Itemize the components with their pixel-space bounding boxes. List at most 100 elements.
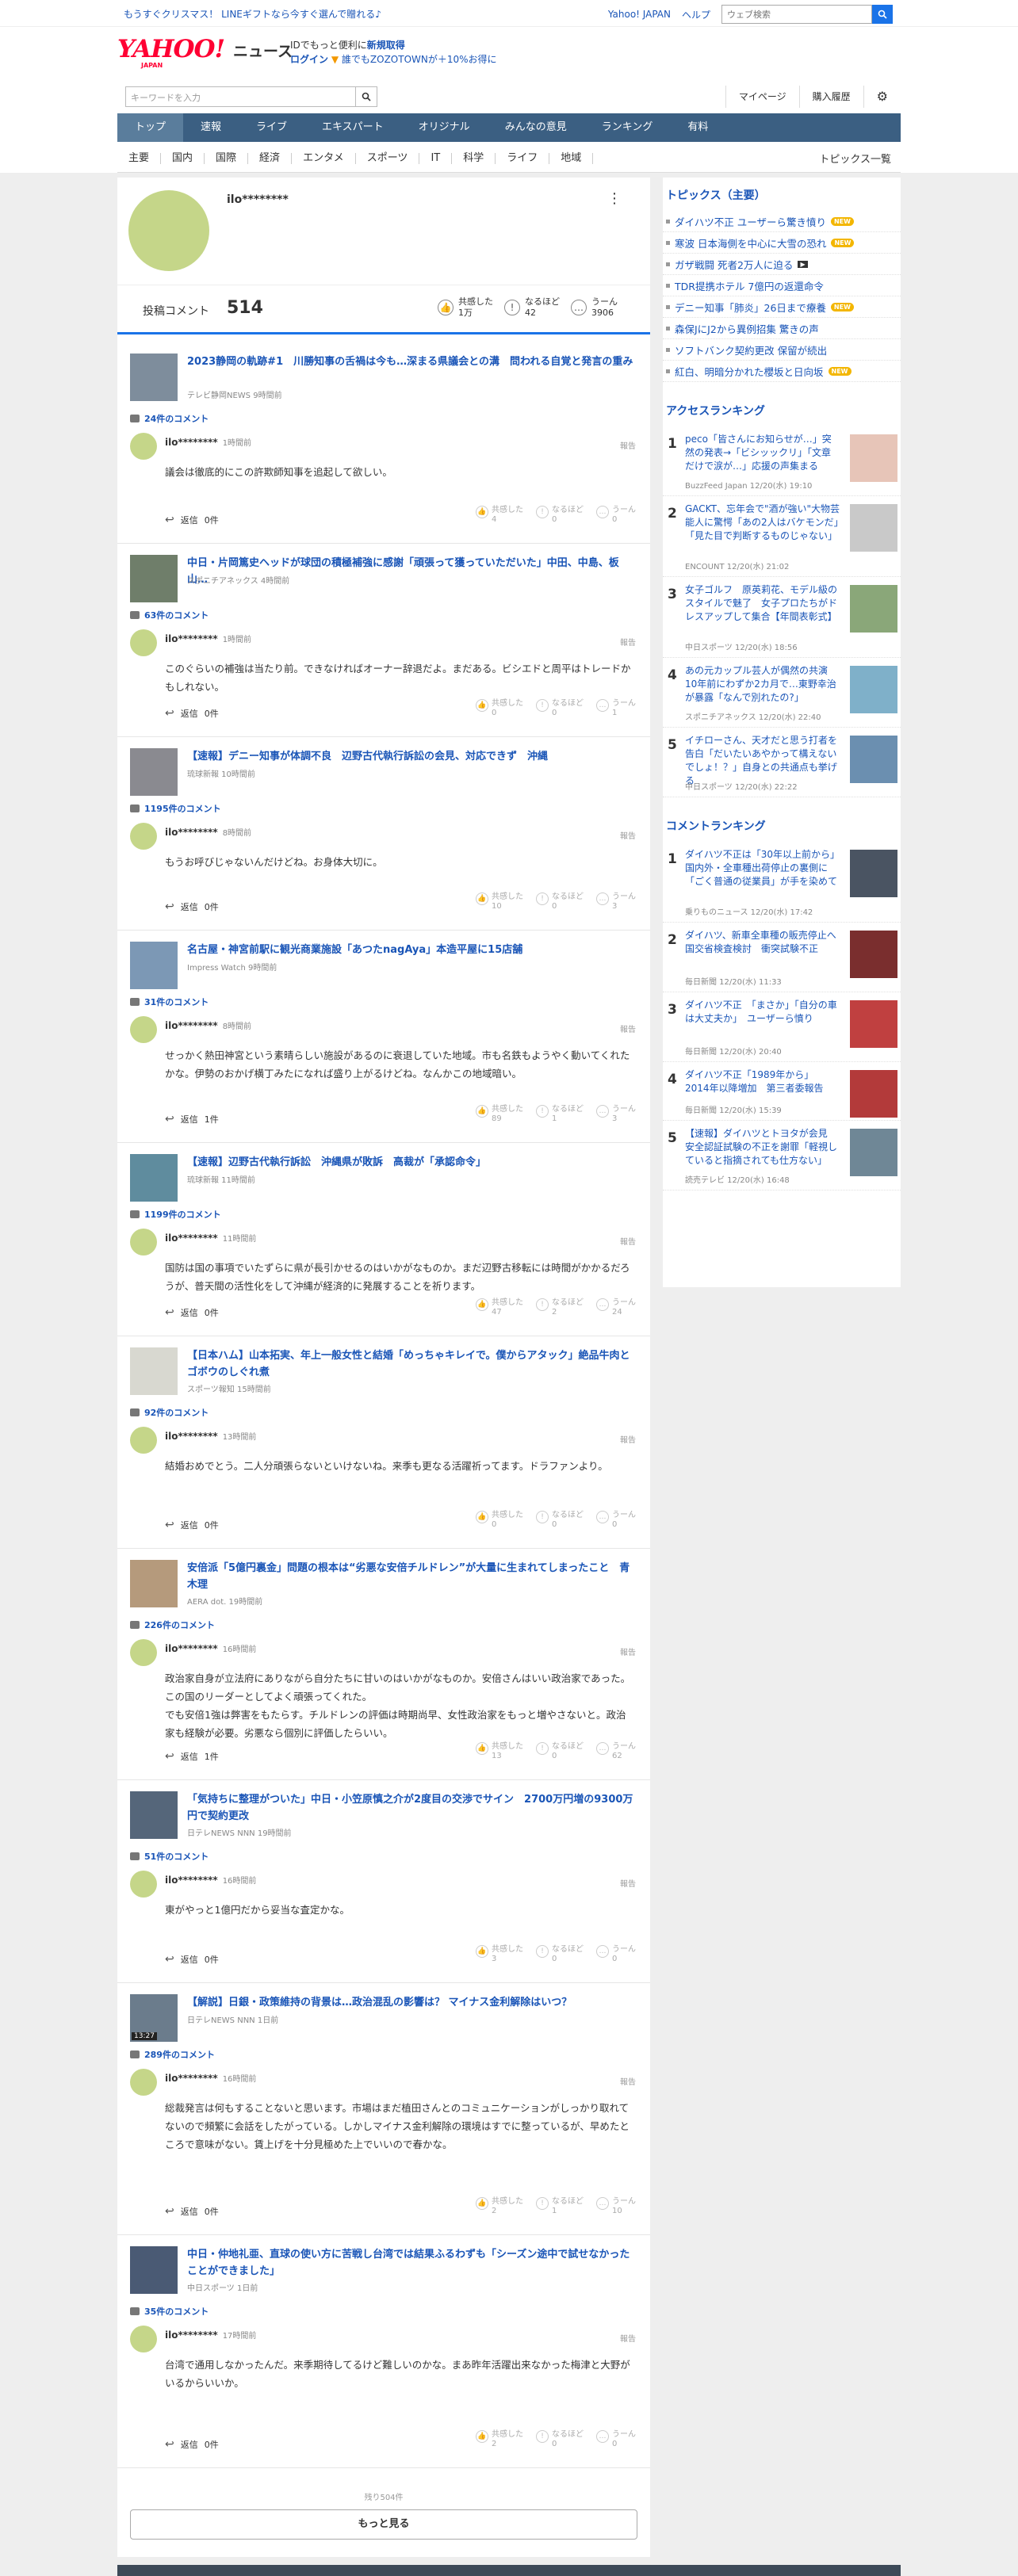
- reaction-button[interactable]: 👍 共感した 3: [476, 1945, 523, 1964]
- comment-count-link[interactable]: 35件のコメント: [130, 2305, 209, 2318]
- ranking-item[interactable]: 3 ダイハツ不正 「まさか」「自分の車は大丈夫か」 ユーザーら憤り 毎日新聞 12/…: [663, 992, 901, 1062]
- reaction-button[interactable]: ! なるほど 2: [536, 1298, 584, 1317]
- load-more-button[interactable]: もっと見る: [130, 2509, 637, 2540]
- topic-item[interactable]: TDR提携ホテル 7億円の返還命令: [663, 275, 901, 296]
- article-thumbnail[interactable]: [130, 354, 178, 401]
- ranking-item[interactable]: 5 イチローさん、天才だと思う打者を告白「だいたいあやかって構えないでしょ！？」自…: [663, 728, 901, 797]
- reaction-button[interactable]: … うーん 0: [596, 1945, 636, 1964]
- report-link[interactable]: 報告: [620, 636, 636, 648]
- gnav-live[interactable]: ライブ: [239, 113, 304, 142]
- article-thumbnail[interactable]: [130, 2246, 178, 2294]
- article-title-link[interactable]: 安倍派「5億円裏金」問題の根本は“劣悪な安倍チルドレン”が大量に生まれてしまった…: [187, 1560, 636, 1593]
- report-link[interactable]: 報告: [620, 1433, 636, 1445]
- reaction-button[interactable]: ! なるほど 1: [536, 1105, 584, 1124]
- article-title-link[interactable]: 中日・仲地礼亜、直球の使い方に苦戦し台湾では結果ふるわずも「シーズン途中で試せな…: [187, 2246, 636, 2280]
- topic-item[interactable]: ソフトバンク契約更改 保留が続出: [663, 339, 901, 361]
- gnav-ranking[interactable]: ランキング: [584, 113, 671, 142]
- topic-item[interactable]: 森保JにJ2から異例招集 驚きの声: [663, 318, 901, 339]
- report-link[interactable]: 報告: [620, 1022, 636, 1034]
- gnav-flash[interactable]: 速報: [183, 113, 239, 142]
- gnav-expert[interactable]: エキスパート: [304, 113, 401, 142]
- comment-count-link[interactable]: 63件のコメント: [130, 609, 209, 621]
- cat-world[interactable]: 国際: [205, 152, 249, 164]
- ranking-item[interactable]: 4 ダイハツ不正「1989年から」 2014年以降増加 第三者委報告 毎日新聞 12…: [663, 1062, 901, 1121]
- zozo-promo-text[interactable]: 誰でもZOZOTOWNが＋10%お得に: [342, 54, 497, 65]
- ranking-item[interactable]: 3 女子ゴルフ 原英莉花、モデル級のスタイルで魅了 女子プロたちがドレスアップして…: [663, 577, 901, 658]
- topic-item[interactable]: ガザ戦闘 死者2万人に迫る ▶: [663, 254, 901, 275]
- cat-entertainment[interactable]: エンタメ: [292, 152, 356, 164]
- comment-count-link[interactable]: 226件のコメント: [130, 1619, 215, 1631]
- help-link[interactable]: ヘルプ: [682, 8, 710, 21]
- article-thumbnail[interactable]: [130, 555, 178, 602]
- web-search-input[interactable]: [721, 5, 872, 24]
- reaction-button[interactable]: 👍 共感した 0: [476, 699, 523, 718]
- reaction-button[interactable]: 👍 共感した 47: [476, 1298, 523, 1317]
- news-wordmark[interactable]: ニュース: [233, 40, 293, 61]
- reaction-button[interactable]: … うーん 3: [596, 1105, 636, 1124]
- reaction-button[interactable]: 👍 共感した 13: [476, 1742, 523, 1761]
- reaction-button[interactable]: … うーん 24: [596, 1298, 636, 1317]
- report-link[interactable]: 報告: [620, 439, 636, 451]
- report-link[interactable]: 報告: [620, 1877, 636, 1889]
- reaction-button[interactable]: ! なるほど 0: [536, 506, 584, 525]
- cat-it[interactable]: IT: [419, 152, 453, 164]
- reply-button[interactable]: ↩ 返信 0件: [165, 2205, 219, 2218]
- reaction-button[interactable]: ! なるほど 0: [536, 1945, 584, 1964]
- article-thumbnail[interactable]: [130, 942, 178, 989]
- article-title-link[interactable]: 【日本ハム】山本拓実、年上一般女性と結婚「めっちゃキレイで。僕からアタック」絶品…: [187, 1347, 636, 1381]
- topic-item[interactable]: ダイハツ不正 ユーザーら驚き憤り NEW: [663, 211, 901, 232]
- reaction-button[interactable]: ! なるほど 0: [536, 2430, 584, 2449]
- reply-button[interactable]: ↩ 返信 0件: [165, 1306, 219, 1319]
- article-title-link[interactable]: 「気持ちに整理がついた」中日・小笠原慎之介が2度目の交渉でサイン 2700万円増…: [187, 1791, 636, 1825]
- comment-count-link[interactable]: 289件のコメント: [130, 2048, 215, 2061]
- topics-list-link[interactable]: トピックス一覧: [819, 151, 901, 166]
- reaction-button[interactable]: 👍 共感した 10: [476, 892, 523, 912]
- news-search-button[interactable]: [355, 86, 377, 107]
- reaction-button[interactable]: … うーん 1: [596, 699, 636, 718]
- yahoo-logo[interactable]: YAHOO!: [117, 35, 225, 63]
- gnav-top[interactable]: トップ: [117, 113, 184, 142]
- cat-life[interactable]: ライフ: [496, 152, 550, 164]
- report-link[interactable]: 報告: [620, 2332, 636, 2344]
- article-thumbnail[interactable]: [130, 1347, 178, 1395]
- reaction-button[interactable]: … うーん 0: [596, 1511, 636, 1530]
- gnav-original[interactable]: オリジナル: [401, 113, 488, 142]
- ranking-item[interactable]: 2 ダイハツ、新車全車種の販売停止へ 国交省検査検討 衝突試験不正 毎日新聞 12/…: [663, 923, 901, 992]
- report-link[interactable]: 報告: [620, 829, 636, 841]
- comment-count-link[interactable]: 92件のコメント: [130, 1406, 209, 1419]
- comment-count-link[interactable]: 31件のコメント: [130, 996, 209, 1008]
- reaction-button[interactable]: 👍 共感した 2: [476, 2430, 523, 2449]
- reply-button[interactable]: ↩ 返信 1件: [165, 1113, 219, 1126]
- reaction-button[interactable]: ! なるほど 0: [536, 1742, 584, 1761]
- topic-item[interactable]: 紅白、明暗分かれた櫻坂と日向坂 NEW: [663, 361, 901, 382]
- report-link[interactable]: 報告: [620, 1645, 636, 1657]
- reaction-button[interactable]: … うーん 3: [596, 892, 636, 912]
- article-title-link[interactable]: 【解説】日銀・政策維持の背景は…政治混乱の影響は？ マイナス金利解除はいつ？: [187, 1994, 636, 2011]
- more-menu-icon[interactable]: ⋮: [607, 190, 622, 207]
- reaction-button[interactable]: ! なるほど 0: [536, 892, 584, 912]
- login-link[interactable]: ログイン: [290, 54, 328, 65]
- report-link[interactable]: 報告: [620, 1235, 636, 1247]
- cat-main[interactable]: 主要: [117, 152, 162, 164]
- gnav-paid[interactable]: 有料: [670, 113, 725, 142]
- reply-button[interactable]: ↩ 返信 0件: [165, 1519, 219, 1531]
- topic-item[interactable]: デニー知事「肺炎」26日まで療養 NEW: [663, 296, 901, 318]
- reaction-button[interactable]: 👍 共感した 89: [476, 1105, 523, 1124]
- article-thumbnail[interactable]: 13:27: [130, 1994, 178, 2042]
- settings-gear-icon[interactable]: ⚙: [863, 86, 901, 108]
- web-search-button[interactable]: [872, 5, 893, 24]
- ranking-item[interactable]: 2 GACKT、忘年会で"酒が強い"大物芸能人に驚愕「あの2人はバケモンだ」「見た…: [663, 496, 901, 577]
- reaction-button[interactable]: ! なるほど 0: [536, 1511, 584, 1530]
- cat-science[interactable]: 科学: [452, 152, 496, 164]
- article-thumbnail[interactable]: [130, 748, 178, 796]
- article-thumbnail[interactable]: [130, 1154, 178, 1202]
- article-title-link[interactable]: 名古屋・神宮前駅に観光商業施設「あつたnagAya」本造平屋に15店舗: [187, 942, 636, 958]
- reaction-button[interactable]: ! なるほど 1: [536, 2197, 584, 2216]
- reaction-button[interactable]: 👍 共感した 0: [476, 1511, 523, 1530]
- cat-region[interactable]: 地域: [549, 152, 594, 164]
- news-search-input[interactable]: キーワードを入力: [125, 86, 360, 107]
- reaction-button[interactable]: 👍 共感した 4: [476, 506, 523, 525]
- reaction-button[interactable]: … うーん 10: [596, 2197, 636, 2216]
- article-title-link[interactable]: 2023静岡の軌跡#1 川勝知事の舌禍は今も…深まる県議会との溝 問われる自覚と…: [187, 354, 636, 370]
- ranking-item[interactable]: 1 peco「皆さんにお知らせが…」突然の発表→「ビシッックリ」「文章だけで涙が……: [663, 426, 901, 496]
